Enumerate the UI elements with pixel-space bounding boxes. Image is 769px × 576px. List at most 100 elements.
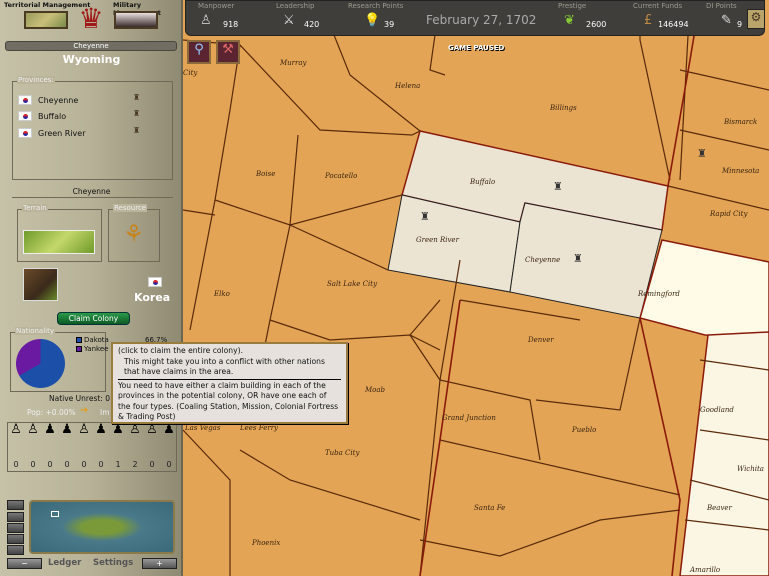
tooltip-line: (click to claim the entire colony). xyxy=(118,346,243,355)
zoom-in-button[interactable]: + xyxy=(142,558,177,569)
pop-type-icon[interactable]: ♟ xyxy=(60,422,74,460)
top-bar: Manpower ♙ 918 Leadership ⚔ 420 Research… xyxy=(185,0,765,36)
pop-type-icon[interactable]: ♟ xyxy=(94,422,108,460)
prestige-value: 2600 xyxy=(586,20,607,29)
money-bag-icon: £ xyxy=(644,13,653,28)
province-item[interactable]: Buffalo xyxy=(18,111,66,121)
settings-button[interactable]: Settings xyxy=(93,558,133,568)
korea-flag-icon xyxy=(18,95,32,105)
military-management-button[interactable] xyxy=(114,11,158,29)
pop-count: 0 xyxy=(149,460,155,469)
sidebar: Territorial Management ♛ Military Manage… xyxy=(0,0,183,576)
map-label: Billings xyxy=(549,104,577,112)
colony-building-image xyxy=(23,268,58,301)
nationality-box: Nationality Dakota 66.7% Yankee xyxy=(10,327,167,392)
di-value: 9 xyxy=(737,20,743,29)
pop-type-icon[interactable]: ♟ xyxy=(111,422,125,460)
pop-type-icon[interactable]: ♙ xyxy=(145,422,159,460)
map-label: Pueblo xyxy=(571,426,596,434)
build-button[interactable]: ⚒ xyxy=(216,40,240,64)
leadership-label: Leadership xyxy=(276,2,315,10)
map-label: Salt Lake City xyxy=(327,280,378,288)
map-label: Phoenix xyxy=(251,539,280,547)
leadership-value: 420 xyxy=(304,20,320,29)
map-mode-button[interactable] xyxy=(7,545,24,555)
province-name: Buffalo xyxy=(38,111,67,121)
pop-count: 0 xyxy=(81,460,87,469)
crown-icon[interactable]: ♛ xyxy=(73,2,109,36)
map-label: Goodland xyxy=(700,406,734,414)
settlement-icon: ♜ xyxy=(697,147,707,160)
provinces-title: Provinces: xyxy=(17,76,55,84)
korea-flag-icon xyxy=(148,277,162,287)
korea-flag-icon xyxy=(18,111,32,121)
claim-colony-button[interactable]: Claim Colony xyxy=(57,312,130,325)
pop-type-icon[interactable]: ♙ xyxy=(9,422,23,460)
minimap[interactable] xyxy=(29,500,175,554)
map-label: Green River xyxy=(416,236,460,244)
pop-count: 2 xyxy=(132,460,138,469)
prestige-label: Prestige xyxy=(558,2,587,10)
map-label: Beaver xyxy=(706,504,733,512)
pop-type-icon[interactable]: ♟ xyxy=(43,422,57,460)
research-value: 39 xyxy=(384,20,395,29)
map-label: Murray xyxy=(279,59,308,67)
map-label: Elko xyxy=(213,290,230,298)
map-label: Wichita xyxy=(737,465,764,473)
pop-type-icon[interactable]: ♙ xyxy=(26,422,40,460)
map-label: Tuba City xyxy=(325,449,360,457)
pop-count: 0 xyxy=(98,460,104,469)
map-label: Pocatello xyxy=(324,172,357,180)
pop-type-icon[interactable]: ♙ xyxy=(77,422,91,460)
pop-type-icon[interactable]: ♙ xyxy=(128,422,142,460)
building-icon: ♜ xyxy=(133,126,141,135)
resource-label: Resource xyxy=(113,204,148,212)
map-mode-button[interactable] xyxy=(7,523,24,533)
pop-growth: Pop: +0.00% xyxy=(27,408,76,417)
settlement-icon: ♜ xyxy=(573,252,583,265)
map-label: City xyxy=(183,69,198,77)
pop-count: 0 xyxy=(13,460,19,469)
province-name: Green River xyxy=(38,128,86,138)
map-label: Amarillo xyxy=(689,566,720,574)
map-label: Lees Ferry xyxy=(239,424,279,432)
province-item[interactable]: Cheyenne xyxy=(18,95,78,105)
ledger-button[interactable]: Ledger xyxy=(48,558,81,568)
pop-count: 0 xyxy=(64,460,70,469)
pop-count: 0 xyxy=(166,460,172,469)
terrain-image xyxy=(23,230,95,254)
pop-type-icon[interactable]: ♟ xyxy=(162,422,176,460)
province-selector[interactable]: Cheyenne xyxy=(5,41,177,51)
tooltip-line: You need to have either a claim building… xyxy=(118,380,339,422)
lightbulb-icon: 💡 xyxy=(364,13,381,28)
zoom-out-button[interactable]: − xyxy=(7,558,42,569)
menu-gear-button[interactable]: ⚙ xyxy=(747,9,765,29)
immigration-label: Im xyxy=(100,408,110,417)
map-label: Minnesota xyxy=(721,167,759,175)
settlement-icon: ♜ xyxy=(420,210,430,223)
laurel-icon: ❦ xyxy=(564,13,575,28)
map-mode-button[interactable] xyxy=(7,534,24,544)
manpower-label: Manpower xyxy=(198,2,235,10)
colony-name: Wyoming xyxy=(62,53,121,66)
map-mode-button[interactable] xyxy=(7,512,24,522)
map-label: Rapid City xyxy=(709,210,748,218)
province-view-button[interactable]: ⚲ xyxy=(187,40,211,64)
map-label: Denver xyxy=(527,336,554,344)
province-item[interactable]: Green River xyxy=(18,128,86,138)
nationality-pie-chart xyxy=(16,339,65,388)
map-label: Boise xyxy=(255,170,275,178)
korea-flag-icon xyxy=(18,128,32,138)
terrain-box: Terrain xyxy=(17,204,102,262)
territorial-management-button[interactable] xyxy=(24,11,68,29)
map-label: Bismarck xyxy=(723,118,757,126)
nationality-name: Dakota xyxy=(84,336,109,344)
minimap-viewport[interactable] xyxy=(51,511,59,517)
swords-icon: ⚔ xyxy=(283,13,295,28)
pop-count: 0 xyxy=(30,460,36,469)
map-label: Santa Fe xyxy=(474,504,505,512)
map-label: Grand Junction xyxy=(442,414,496,422)
map-mode-button[interactable] xyxy=(7,500,24,510)
manpower-value: 918 xyxy=(223,20,239,29)
nationality-title: Nationality xyxy=(15,327,56,335)
